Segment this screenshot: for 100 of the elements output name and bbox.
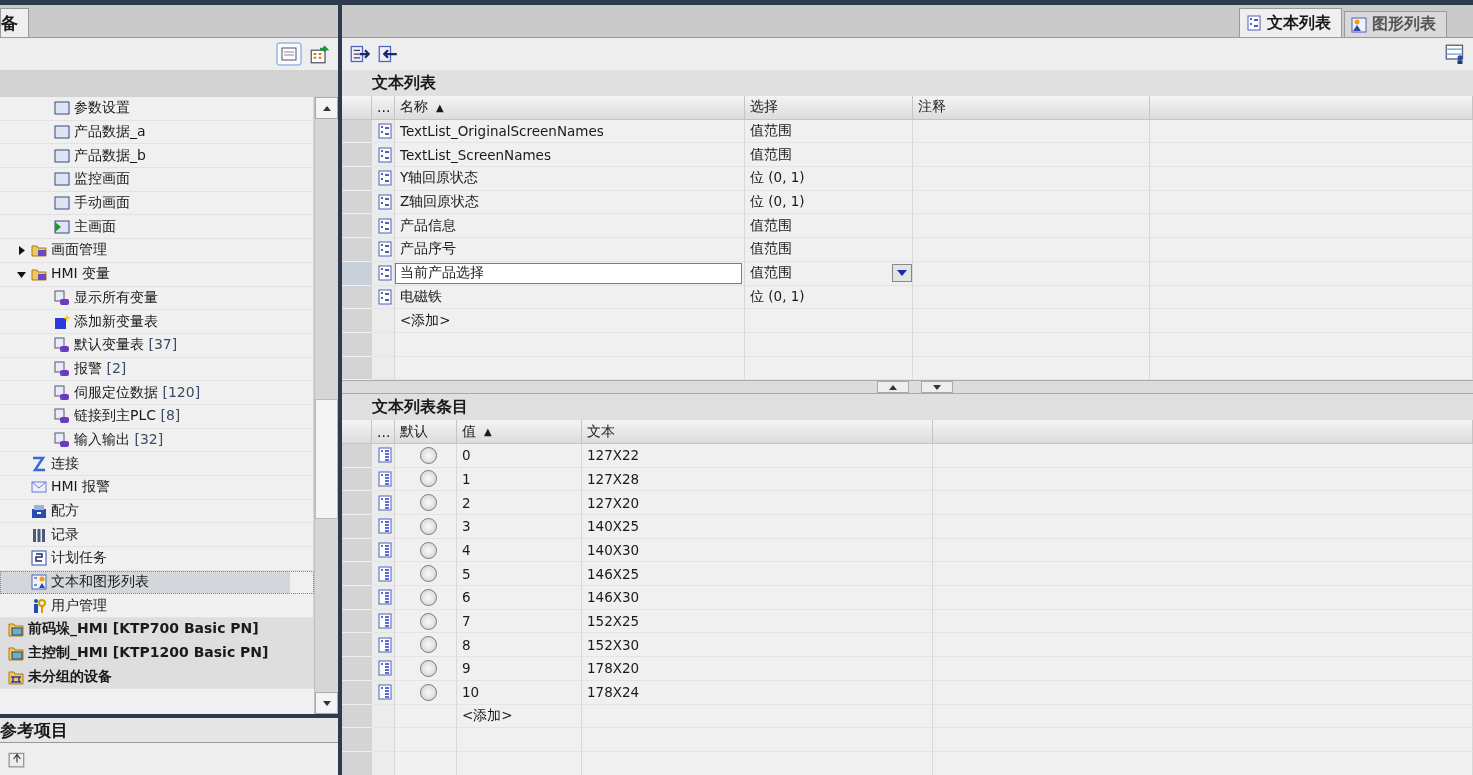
add-row-link[interactable]: <添加> — [400, 311, 451, 330]
default-radio[interactable] — [419, 494, 437, 512]
column-header[interactable]: 默认 — [395, 420, 457, 444]
row-header[interactable] — [342, 515, 372, 539]
details-view-icon[interactable] — [276, 42, 302, 66]
splitter-down-button[interactable] — [921, 381, 953, 394]
text-list-icon — [377, 241, 393, 258]
up-arrow-icon[interactable] — [889, 384, 897, 390]
default-radio[interactable] — [419, 446, 437, 464]
tree-item[interactable]: 主控制_HMI [KTP1200 Basic PN] — [0, 641, 314, 666]
default-radio[interactable] — [419, 659, 437, 677]
tree-item[interactable]: 默认变量表 [37] — [0, 333, 314, 358]
tree-item[interactable]: 参数设置 — [0, 97, 314, 121]
tree-item[interactable]: 画面管理 — [0, 239, 314, 263]
tree-item[interactable]: 报警 [2] — [0, 357, 314, 382]
add-row-link[interactable]: <添加> — [462, 706, 513, 725]
text-cell: 140X25 — [587, 518, 640, 535]
row-header[interactable] — [342, 609, 372, 634]
row-header[interactable] — [342, 285, 372, 310]
column-header[interactable]: ... — [372, 96, 395, 120]
tree-item[interactable]: 连接 — [0, 452, 314, 476]
scroll-down-button[interactable] — [315, 692, 338, 714]
tree-item[interactable]: 添加新变量表 — [0, 310, 314, 334]
tree-item[interactable]: 产品数据_b — [0, 144, 314, 169]
value-cell: 9 — [462, 660, 471, 677]
tree-item[interactable]: 配方 — [0, 499, 314, 524]
scrollbar-thumb[interactable] — [315, 399, 338, 519]
entry-icon — [377, 660, 393, 677]
up-arrow-icon[interactable] — [322, 105, 331, 111]
collapsed-caret-icon[interactable] — [17, 245, 27, 255]
row-header[interactable] — [342, 238, 372, 262]
tree-item[interactable]: 用户管理 — [0, 594, 314, 619]
tree-item[interactable]: 显示所有变量 — [0, 286, 314, 311]
default-radio[interactable] — [419, 588, 437, 606]
tree-item[interactable]: HMI 变量 — [0, 262, 314, 287]
down-arrow-icon[interactable] — [322, 700, 331, 706]
tree-item[interactable]: 产品数据_a — [0, 120, 314, 145]
scrollbar-track[interactable] — [314, 97, 338, 714]
row-header[interactable] — [342, 190, 372, 215]
column-header[interactable]: 选择 — [745, 96, 913, 120]
tree-item[interactable]: 计划任务 — [0, 547, 314, 571]
table-export-icon[interactable] — [310, 44, 330, 64]
tag-table-icon — [54, 431, 70, 448]
editor-tab[interactable]: 图形列表 — [1344, 11, 1447, 37]
tree-item[interactable]: HMI 报警 — [0, 476, 314, 500]
row-header[interactable] — [342, 633, 372, 658]
splitter-up-button[interactable] — [877, 381, 909, 394]
row-header[interactable] — [342, 467, 372, 492]
row-header[interactable] — [342, 167, 372, 191]
row-header[interactable] — [342, 143, 372, 168]
row-header[interactable] — [342, 443, 372, 468]
row-header[interactable] — [342, 562, 372, 587]
tree-item[interactable]: 前码垛_HMI [KTP700 Basic PN] — [0, 618, 314, 642]
expanded-caret-icon[interactable] — [17, 269, 27, 279]
tree-item[interactable]: 主画面 — [0, 215, 314, 240]
tree-item[interactable]: 输入输出 [32] — [0, 428, 314, 453]
column-header[interactable]: ... — [372, 420, 395, 444]
import-icon[interactable] — [378, 44, 398, 64]
back-icon[interactable] — [8, 750, 26, 768]
tree-item[interactable]: 链接到主PLC [8] — [0, 404, 314, 429]
row-header[interactable] — [342, 657, 372, 681]
screen-icon — [54, 124, 70, 141]
row-header[interactable] — [342, 214, 372, 239]
row-header[interactable] — [342, 491, 372, 515]
name-cell: TextList_OriginalScreenNames — [400, 123, 604, 140]
name-input[interactable]: 当前产品选择 — [395, 262, 742, 284]
tree-item[interactable]: 监控画面 — [0, 168, 314, 192]
row-header[interactable] — [342, 728, 372, 752]
row-header[interactable] — [342, 261, 372, 286]
default-radio[interactable] — [419, 541, 437, 559]
scroll-up-button[interactable] — [315, 97, 338, 119]
row-header[interactable] — [342, 332, 372, 357]
export-icon[interactable] — [350, 44, 370, 64]
text-list-icon — [377, 123, 393, 140]
editor-tab[interactable]: 文本列表 — [1239, 8, 1342, 37]
default-radio[interactable] — [419, 470, 437, 488]
column-header[interactable]: 值 ▲ — [457, 420, 582, 444]
default-radio[interactable] — [419, 517, 437, 535]
default-radio[interactable] — [419, 683, 437, 701]
column-header[interactable]: 文本 — [582, 420, 933, 444]
tree-item[interactable]: 记录 — [0, 523, 314, 548]
dropdown-button[interactable] — [892, 263, 912, 282]
layout-user-icon[interactable] — [1445, 44, 1465, 64]
tree-item[interactable]: 伺服定位数据 [120] — [0, 381, 314, 405]
row-header[interactable] — [342, 309, 372, 333]
default-radio[interactable] — [419, 612, 437, 630]
tree-item[interactable]: 文本和图形列表 — [0, 570, 314, 595]
default-radio[interactable] — [419, 636, 437, 654]
value-cell: 10 — [462, 684, 480, 701]
column-header[interactable]: 注释 — [913, 96, 1150, 120]
row-header[interactable] — [342, 586, 372, 610]
down-arrow-icon[interactable] — [933, 384, 941, 390]
row-header[interactable] — [342, 538, 372, 563]
default-radio[interactable] — [419, 565, 437, 583]
column-header[interactable]: 名称 ▲ — [395, 96, 745, 120]
tree-item[interactable]: 手动画面 — [0, 191, 314, 216]
tree-item[interactable]: 未分组的设备 — [0, 665, 314, 690]
row-header[interactable] — [342, 356, 372, 381]
panel-tab[interactable]: 备 — [0, 8, 29, 37]
row-header[interactable] — [342, 751, 372, 775]
